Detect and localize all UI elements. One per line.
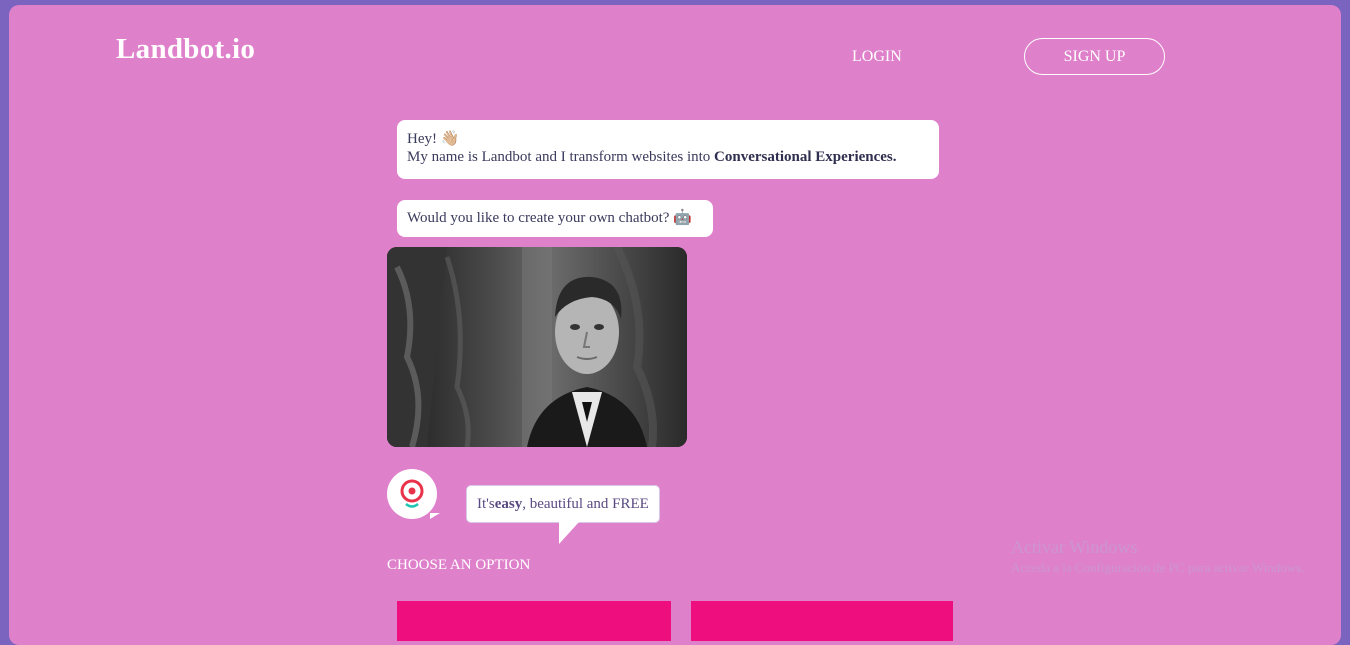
gif-image	[387, 247, 687, 447]
greeting-bold-text: Conversational Experiences.	[714, 149, 897, 165]
landbot-avatar-icon	[400, 479, 424, 508]
greeting-message: Hey! 👋🏼 My name is Landbot and I transfo…	[397, 120, 939, 179]
watermark-subtitle: Acceda a la Configuración de PC para act…	[1011, 560, 1305, 575]
tip-text-prefix: It's	[477, 495, 495, 512]
landing-page: Landbot.io LOGIN SIGN UP Hey! 👋🏼 My name…	[9, 5, 1341, 645]
option-button-1[interactable]	[397, 601, 671, 641]
tip-bubble-tail	[559, 522, 579, 544]
question-message: Would you like to create your own chatbo…	[397, 200, 713, 237]
greeting-line-2: My name is Landbot and I transform websi…	[407, 148, 929, 166]
windows-activation-watermark: Activar Windows Acceda a la Configuració…	[1011, 536, 1311, 578]
gif-illustration	[387, 247, 687, 447]
tip-bubble: It's easy, beautiful and FREE	[466, 485, 660, 523]
greeting-line-1: Hey! 👋🏼	[407, 131, 460, 147]
bot-avatar	[387, 469, 440, 519]
signup-button[interactable]: SIGN UP	[1024, 38, 1165, 75]
watermark-title: Activar Windows	[1011, 537, 1138, 557]
choose-option-label: CHOOSE AN OPTION	[387, 557, 531, 573]
greeting-text: My name is Landbot and I transform websi…	[407, 149, 715, 165]
login-link[interactable]: LOGIN	[852, 48, 902, 66]
tip-text-suffix: , beautiful and FREE	[522, 495, 649, 512]
option-button-2[interactable]	[691, 601, 953, 641]
logo[interactable]: Landbot.io	[116, 33, 255, 66]
tip-text-bold: easy	[494, 495, 523, 512]
